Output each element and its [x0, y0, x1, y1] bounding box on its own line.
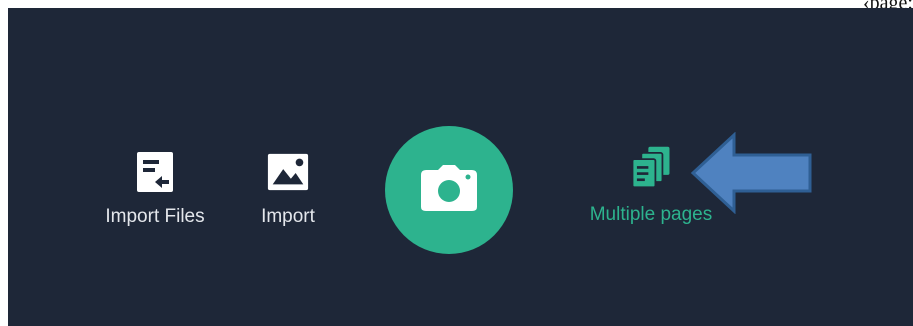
camera-icon	[420, 164, 478, 217]
image-icon	[266, 150, 310, 194]
capture-button[interactable]	[385, 126, 513, 254]
multiple-pages-icon	[629, 145, 673, 189]
import-button[interactable]: Import	[246, 150, 330, 228]
screenshot: ‹page: Import Files Import Multiple page…	[0, 0, 913, 326]
import-files-button[interactable]: Import Files	[98, 150, 212, 228]
import-file-icon	[133, 150, 177, 194]
import-label: Import	[261, 206, 315, 227]
left-arrow-pointer	[690, 132, 812, 214]
import-files-label: Import Files	[105, 206, 205, 227]
